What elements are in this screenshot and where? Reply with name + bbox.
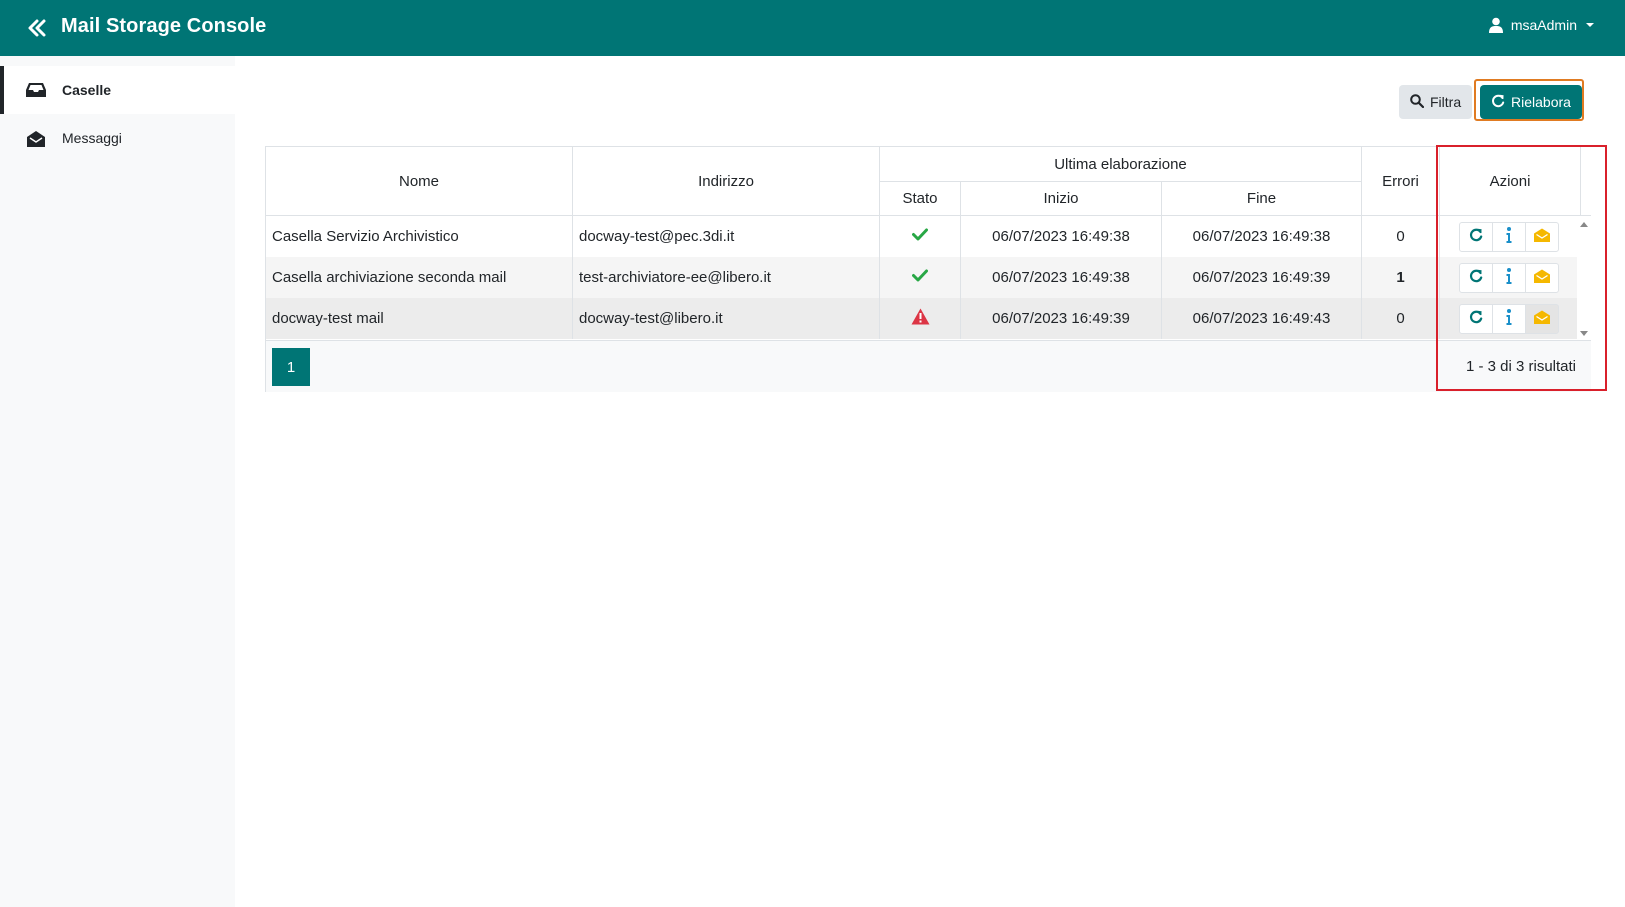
search-icon — [1410, 93, 1425, 111]
row-actions — [1458, 303, 1559, 334]
cell-errori: 0 — [1362, 298, 1440, 339]
reprocess-button-label: Rielabora — [1511, 94, 1571, 110]
redo-icon — [1469, 310, 1483, 328]
table-row[interactable]: Casella Servizio Archivistico docway-tes… — [266, 216, 1577, 257]
info-button[interactable] — [1491, 303, 1526, 334]
cell-errori: 1 — [1362, 257, 1440, 298]
check-icon — [912, 228, 928, 245]
cell-stato — [880, 298, 961, 339]
sidebar-item-messaggi[interactable]: Messaggi — [0, 114, 235, 162]
table-row[interactable]: Casella archiviazione seconda mail test-… — [266, 257, 1577, 298]
filter-button-label: Filtra — [1430, 94, 1462, 110]
inbox-icon — [26, 81, 46, 99]
warning-icon — [911, 308, 930, 329]
info-icon — [1506, 226, 1512, 247]
column-header-errori[interactable]: Errori — [1362, 147, 1440, 216]
sidebar-item-label: Caselle — [62, 82, 112, 98]
sidebar: Caselle Messaggi — [0, 56, 235, 907]
cell-azioni — [1440, 216, 1577, 257]
table-footer: 1 1 - 3 di 3 risultati — [266, 340, 1591, 392]
cell-azioni — [1440, 257, 1577, 298]
pagination-page-button[interactable]: 1 — [272, 348, 310, 386]
envelope-open-icon — [26, 129, 46, 147]
table-scrollbar[interactable] — [1577, 216, 1591, 340]
cell-fine: 06/07/2023 16:49:39 — [1162, 257, 1362, 298]
column-group-ultima-elaborazione: Ultima elaborazione — [880, 147, 1362, 182]
username: msaAdmin — [1510, 17, 1577, 33]
redo-icon — [1491, 94, 1505, 111]
results-count: 1 - 3 di 3 risultati — [1465, 358, 1576, 375]
cell-fine: 06/07/2023 16:49:38 — [1162, 216, 1362, 257]
cell-stato — [880, 257, 961, 298]
column-header-indirizzo[interactable]: Indirizzo — [573, 147, 880, 216]
cell-nome: Casella Servizio Archivistico — [266, 216, 573, 257]
user-menu[interactable]: msaAdmin — [1488, 17, 1595, 33]
cell-inizio: 06/07/2023 16:49:39 — [961, 298, 1162, 339]
cell-inizio: 06/07/2023 16:49:38 — [961, 257, 1162, 298]
column-header-azioni: Azioni — [1440, 147, 1581, 216]
info-button[interactable] — [1491, 262, 1526, 293]
scroll-down-icon[interactable] — [1580, 331, 1588, 336]
messages-button[interactable] — [1524, 262, 1559, 293]
chevron-down-icon — [1585, 22, 1595, 28]
reprocess-row-button[interactable] — [1458, 303, 1493, 334]
filter-button[interactable]: Filtra — [1399, 85, 1473, 119]
cell-azioni — [1440, 298, 1577, 339]
messages-button[interactable] — [1524, 303, 1559, 334]
redo-icon — [1469, 228, 1483, 246]
row-actions — [1458, 262, 1559, 293]
cell-indirizzo: test-archiviatore-ee@libero.it — [573, 257, 880, 298]
column-header-nome[interactable]: Nome — [266, 147, 573, 216]
cell-indirizzo: docway-test@pec.3di.it — [573, 216, 880, 257]
reprocess-button[interactable]: Rielabora — [1480, 85, 1582, 119]
app-title: Mail Storage Console — [61, 15, 267, 37]
info-icon — [1506, 267, 1512, 288]
column-header-fine[interactable]: Fine — [1162, 182, 1362, 216]
cell-errori: 0 — [1362, 216, 1440, 257]
envelope-open-icon — [1533, 310, 1550, 328]
column-header-inizio[interactable]: Inizio — [961, 182, 1162, 216]
redo-icon — [1469, 269, 1483, 287]
column-header-stato[interactable]: Stato — [880, 182, 961, 216]
sidebar-item-label: Messaggi — [62, 130, 122, 146]
row-actions — [1458, 221, 1559, 252]
check-icon — [912, 269, 928, 286]
sidebar-item-caselle[interactable]: Caselle — [0, 66, 235, 114]
reprocess-row-button[interactable] — [1458, 262, 1493, 293]
info-button[interactable] — [1491, 221, 1526, 252]
info-icon — [1506, 308, 1512, 329]
header-scroll-spacer — [1581, 147, 1591, 216]
cell-nome: Casella archiviazione seconda mail — [266, 257, 573, 298]
cell-fine: 06/07/2023 16:49:43 — [1162, 298, 1362, 339]
top-navbar: Mail Storage Console msaAdmin — [0, 0, 1625, 56]
envelope-open-icon — [1533, 269, 1550, 287]
reprocess-button-highlight: Rielabora — [1474, 79, 1584, 121]
envelope-open-icon — [1533, 228, 1550, 246]
user-icon — [1488, 17, 1503, 33]
cell-indirizzo: docway-test@libero.it — [573, 298, 880, 339]
cell-nome: docway-test mail — [266, 298, 573, 339]
reprocess-row-button[interactable] — [1458, 221, 1493, 252]
mailboxes-table: Nome Indirizzo Ultima elaborazione Stato… — [265, 146, 1591, 392]
cell-stato — [880, 216, 961, 257]
messages-button[interactable] — [1524, 221, 1559, 252]
collapse-sidebar-icon[interactable] — [26, 16, 48, 40]
cell-inizio: 06/07/2023 16:49:38 — [961, 216, 1162, 257]
scroll-up-icon[interactable] — [1580, 222, 1588, 227]
table-row[interactable]: docway-test mail docway-test@libero.it 0… — [266, 298, 1577, 339]
